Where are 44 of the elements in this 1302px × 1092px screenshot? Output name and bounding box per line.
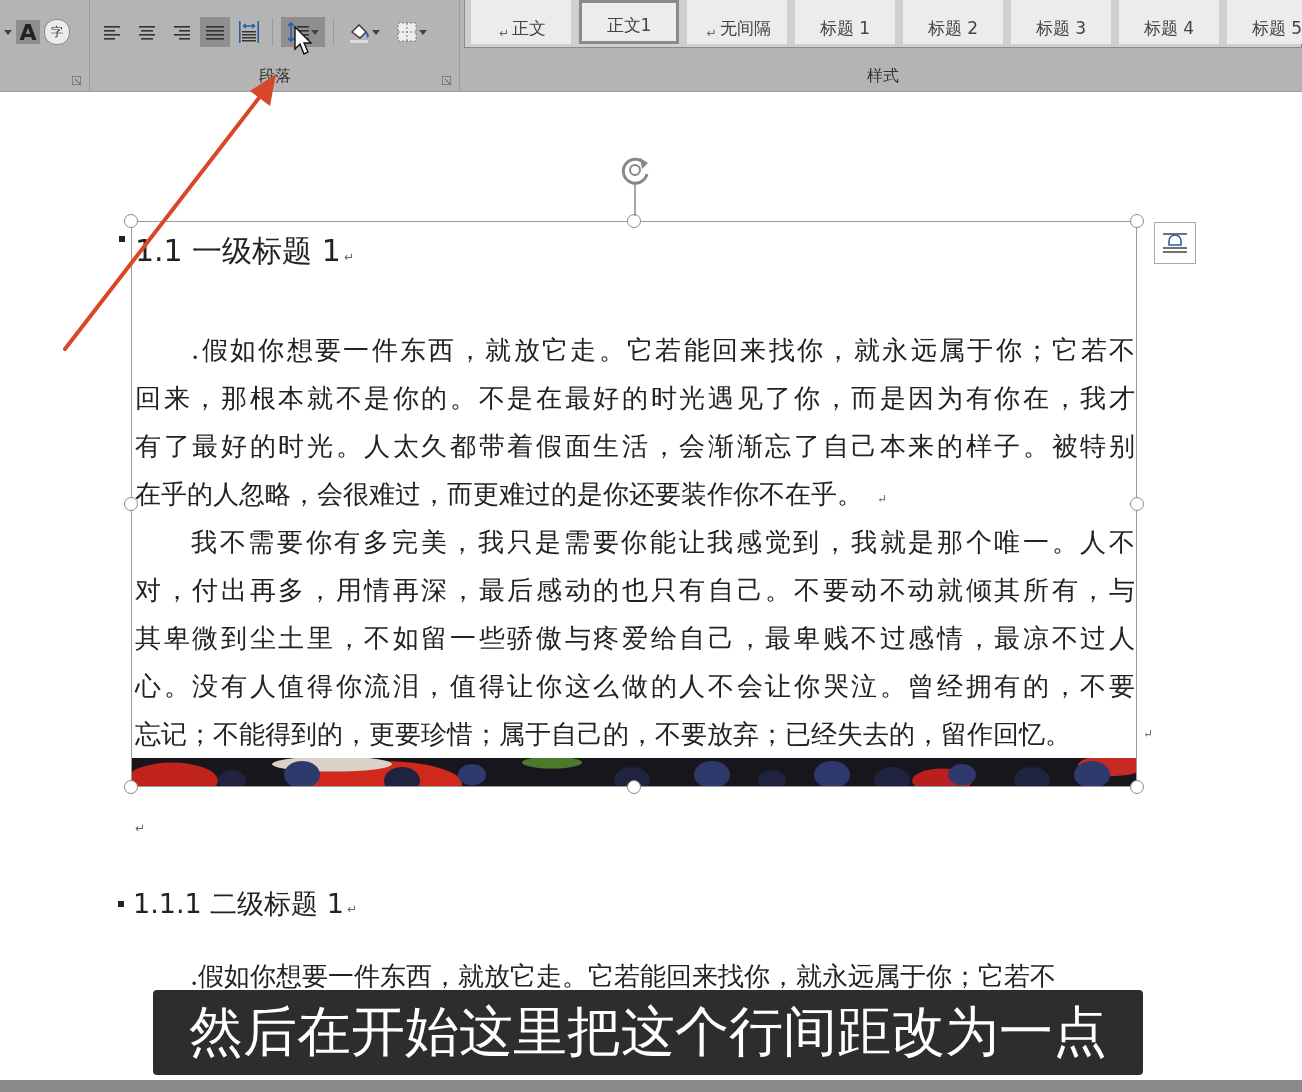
borders-icon: [397, 22, 417, 42]
style-item[interactable]: 标题 5: [1227, 0, 1302, 44]
align-center-icon: [138, 23, 156, 41]
highlight-button[interactable]: A: [16, 20, 40, 44]
justify-button[interactable]: [200, 17, 230, 47]
distributed-align-icon: [239, 21, 259, 43]
phonetic-guide-button[interactable]: 字: [44, 19, 70, 45]
paragraph-mark: ↵: [135, 821, 147, 835]
mouse-cursor-icon: [294, 26, 314, 56]
align-left-icon: [104, 23, 122, 41]
dialog-launcher-icon[interactable]: [72, 76, 81, 85]
resize-handle[interactable]: [1130, 497, 1144, 511]
heading: 1.1 一级标题 1↵: [135, 233, 355, 270]
bullet-icon: [119, 236, 125, 242]
style-item[interactable]: 标题 4: [1119, 0, 1219, 44]
align-right-icon: [172, 23, 190, 41]
heading: 1.1.1 二级标题 1↵: [133, 887, 359, 921]
wrap-text-icon: [1162, 232, 1188, 254]
style-item[interactable]: 正文1: [579, 0, 679, 44]
paragraph-mark: ↵: [877, 492, 888, 506]
style-item[interactable]: 标题 2: [903, 0, 1003, 44]
resize-handle[interactable]: [627, 780, 641, 794]
resize-handle[interactable]: [124, 214, 138, 228]
style-item[interactable]: ↵ 无间隔: [687, 0, 787, 44]
dialog-launcher-icon[interactable]: [442, 76, 451, 85]
caret-icon[interactable]: [372, 29, 380, 35]
style-item[interactable]: 标题 1: [795, 0, 895, 44]
resize-handle[interactable]: [627, 214, 641, 228]
layout-options-button[interactable]: [1154, 222, 1196, 264]
justify-icon: [206, 23, 224, 41]
group-label: 样式: [867, 66, 899, 87]
style-item[interactable]: ↵ 正文: [471, 0, 571, 44]
dropdown-caret-icon[interactable]: [4, 29, 12, 35]
paragraph: .假如你想要一件东西，就放它走。它若能回来找你，就永远属于你；它若不: [189, 960, 1058, 993]
resize-handle[interactable]: [124, 780, 138, 794]
paragraph-mark: ↵: [1143, 726, 1154, 743]
bullet-icon: [118, 901, 124, 907]
caret-icon[interactable]: [311, 29, 319, 35]
video-subtitle: 然后在开始这里把这个行间距改为一点: [153, 990, 1143, 1075]
caret-icon[interactable]: [419, 29, 427, 35]
resize-handle[interactable]: [1130, 780, 1144, 794]
resize-handle[interactable]: [1130, 214, 1144, 228]
paragraph: .假如你想要一件东西，就放它走。它若能回来找你，就永远属于你；它若不 回来，那根本就不是你的。不是在最好的时光遇见了你，而是因为有你在，我才 有了最好的时光。人太久都带着假面生活，会渐渐忘了自己本来的样子。被特别 在乎的人忽略，会很难过，而更难过的是你还要装作你不在乎。 ↵: [135, 334, 1135, 511]
style-item[interactable]: 标题 3: [1011, 0, 1111, 44]
